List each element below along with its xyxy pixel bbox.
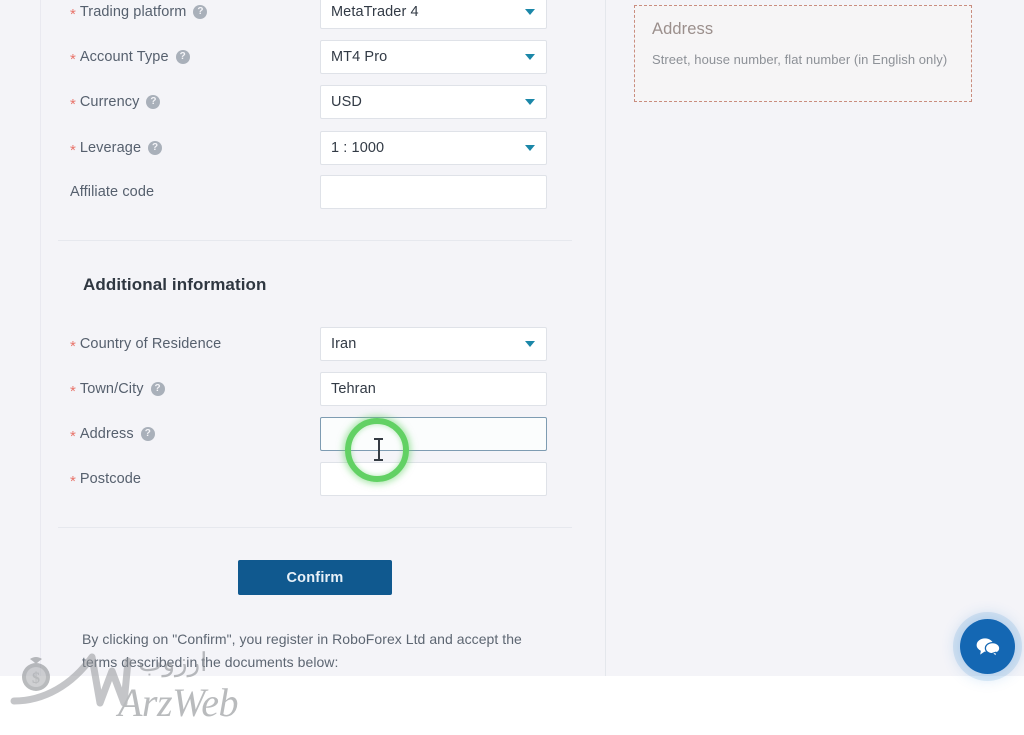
chat-support-button[interactable] [960, 619, 1015, 674]
label-currency: * Currency ? [70, 94, 161, 113]
input-affiliate-code[interactable] [320, 175, 547, 209]
form-row-currency: * Currency ? USD [0, 82, 605, 122]
registration-form: * Trading platform ? MetaTrader 4 * Acco… [0, 0, 605, 676]
required-asterisk: * [70, 5, 76, 23]
label-text: Trading platform [79, 4, 187, 20]
select-account-type[interactable]: MT4 Pro [320, 40, 547, 74]
label-account-type: * Account Type ? [70, 49, 190, 68]
label-text: Currency [79, 94, 140, 110]
label-town-city: * Town/City ? [70, 381, 165, 400]
input-postcode[interactable] [320, 462, 547, 496]
help-icon[interactable]: ? [193, 5, 208, 19]
help-icon[interactable]: ? [175, 50, 190, 64]
section-divider-top [58, 240, 572, 241]
select-value: USD [331, 94, 362, 110]
hint-title: Address [652, 20, 714, 38]
help-icon[interactable]: ? [140, 427, 155, 441]
select-currency[interactable]: USD [320, 85, 547, 119]
select-trading-platform[interactable]: MetaTrader 4 [320, 0, 547, 29]
hint-body: Street, house number, flat number (in En… [652, 52, 948, 67]
help-icon[interactable]: ? [146, 95, 161, 109]
select-country-of-residence[interactable]: Iran [320, 327, 547, 361]
help-icon[interactable]: ? [148, 141, 163, 155]
label-text: Affiliate code [70, 184, 155, 200]
required-asterisk: * [70, 141, 76, 159]
label-trading-platform: * Trading platform ? [70, 4, 208, 23]
input-town-city[interactable]: Tehran [320, 372, 547, 406]
select-value: Iran [331, 336, 357, 352]
required-asterisk: * [70, 95, 76, 113]
required-asterisk: * [70, 427, 76, 445]
form-row-town-city: * Town/City ? Tehran [0, 369, 605, 409]
form-row-affiliate-code: Affiliate code [0, 172, 605, 212]
label-text: Country of Residence [79, 336, 222, 352]
chevron-down-icon [525, 341, 535, 347]
label-country-of-residence: * Country of Residence [70, 336, 222, 355]
watermark-brand: ArzWeb [118, 680, 238, 725]
input-value: Tehran [331, 381, 376, 397]
required-asterisk: * [70, 50, 76, 68]
help-icon[interactable]: ? [150, 382, 165, 396]
select-leverage[interactable]: 1 : 1000 [320, 131, 547, 165]
legal-disclaimer-text: By clicking on "Confirm", you register i… [82, 631, 522, 670]
chevron-down-icon [525, 54, 535, 60]
label-text: Account Type [79, 49, 169, 65]
chat-bubbles-icon [976, 637, 1000, 658]
input-address[interactable] [320, 417, 547, 451]
chevron-down-icon [525, 99, 535, 105]
select-value: MetaTrader 4 [331, 4, 419, 20]
label-address: * Address ? [70, 426, 155, 445]
form-row-country-of-residence: * Country of Residence Iran [0, 324, 605, 364]
form-row-address: * Address ? [0, 414, 605, 454]
required-asterisk: * [70, 472, 76, 490]
label-leverage: * Leverage ? [70, 140, 163, 159]
label-postcode: * Postcode [70, 471, 142, 490]
required-asterisk: * [70, 337, 76, 355]
label-text: Leverage [79, 140, 142, 156]
label-affiliate-code: Affiliate code [70, 184, 154, 200]
chevron-down-icon [525, 9, 535, 15]
select-value: 1 : 1000 [331, 140, 385, 156]
form-row-account-type: * Account Type ? MT4 Pro [0, 37, 605, 77]
browser-viewport: * Trading platform ? MetaTrader 4 * Acco… [0, 0, 1024, 735]
section-divider-bottom [58, 527, 572, 528]
form-row-postcode: * Postcode [0, 459, 605, 499]
form-row-trading-platform: * Trading platform ? MetaTrader 4 [0, 0, 605, 32]
address-hint-box: Address Street, house number, flat numbe… [634, 5, 972, 102]
form-row-leverage: * Leverage ? 1 : 1000 [0, 128, 605, 168]
chevron-down-icon [525, 145, 535, 151]
column-divider [605, 0, 606, 676]
section-title-additional-information: Additional information [83, 275, 267, 294]
label-text: Town/City [79, 381, 144, 397]
label-text: Postcode [79, 471, 142, 487]
select-value: MT4 Pro [331, 49, 388, 65]
label-text: Address [79, 426, 134, 442]
required-asterisk: * [70, 382, 76, 400]
confirm-button[interactable]: Confirm [238, 560, 392, 595]
